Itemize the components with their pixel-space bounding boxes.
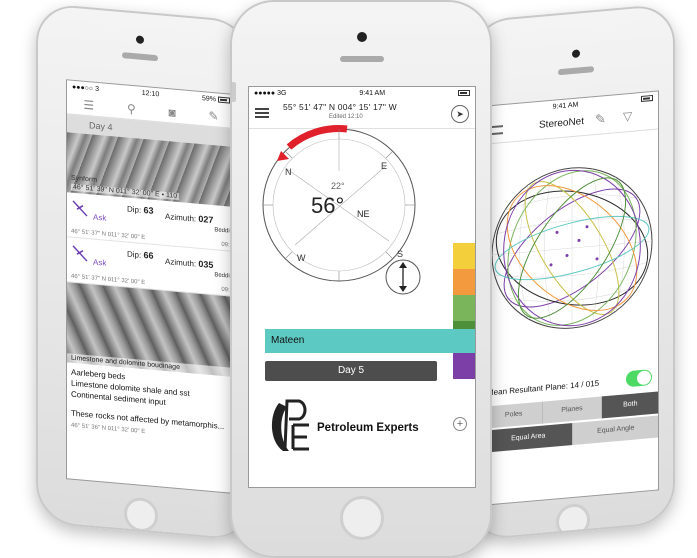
dip-readout: Dip: 63 xyxy=(127,204,154,216)
planes-segment[interactable]: Planes xyxy=(543,396,602,424)
stereonet-plot[interactable] xyxy=(487,126,657,379)
menu-icon[interactable]: ☰ xyxy=(83,97,94,112)
cardinal-n: N xyxy=(285,167,292,177)
mean-resultant-value: 14 / 015 xyxy=(570,378,600,391)
ask-link[interactable]: Ask xyxy=(93,213,106,223)
poles-segment[interactable]: Poles xyxy=(485,401,544,429)
front-camera xyxy=(572,49,580,59)
status-bar: ●●●●● 3G 9:41 AM xyxy=(249,87,475,99)
volume-button xyxy=(232,82,236,102)
phone-center: ●●●●● 3G 9:41 AM 55° 51' 47" N 004° 15' … xyxy=(230,0,492,558)
edited-time: Edited 12:10 xyxy=(329,114,363,120)
edit-icon[interactable]: ✎ xyxy=(209,108,219,123)
map-pin-icon[interactable]: ⚲ xyxy=(127,101,136,116)
day-button[interactable]: Day 5 xyxy=(265,361,437,381)
menu-icon[interactable] xyxy=(491,125,503,136)
color-legend xyxy=(453,243,475,379)
compass-dial[interactable]: N E S W 22° 56° NE xyxy=(259,125,439,305)
battery-label: 59% xyxy=(202,95,230,104)
home-button[interactable] xyxy=(556,502,590,540)
carrier-label: ●●●○○ 3 xyxy=(72,83,99,93)
strike-dip-symbol-icon xyxy=(72,200,88,217)
status-time: 12:10 xyxy=(141,89,160,98)
mean-resultant-label: Mean Resultant Plane: 14 / 015 xyxy=(487,378,600,398)
dip-readout: Dip: 66 xyxy=(127,249,154,261)
color-swatch[interactable] xyxy=(453,269,475,295)
locate-icon[interactable]: ➤ xyxy=(451,105,469,123)
earpiece-speaker xyxy=(340,56,384,62)
strike-direction: NE xyxy=(357,209,370,219)
cardinal-w: W xyxy=(297,253,306,263)
color-swatch[interactable] xyxy=(453,243,475,269)
battery-icon xyxy=(641,94,653,103)
earpiece-speaker xyxy=(122,52,158,62)
battery-icon xyxy=(458,90,470,96)
mean-plane-toggle[interactable] xyxy=(626,369,652,388)
home-button[interactable] xyxy=(340,496,384,540)
gps-coordinates: 55° 51' 47" N 004° 15' 17" W xyxy=(283,102,397,112)
photo-title: Synform xyxy=(71,174,98,184)
edit-icon[interactable]: ✎ xyxy=(595,111,606,128)
center-screen: ●●●●● 3G 9:41 AM 55° 51' 47" N 004° 15' … xyxy=(248,86,476,488)
right-screen: 9:41 AM StereoNet ✎ ▽ Mean Resultant Pla… xyxy=(484,90,659,506)
menu-icon[interactable] xyxy=(255,108,269,118)
azimuth-readout: Azimuth: 027 xyxy=(165,211,214,226)
ask-link[interactable]: Ask xyxy=(93,258,106,268)
carrier-label: ●●●●● 3G xyxy=(254,89,287,97)
phone-left: ●●●○○ 3 12:10 59% ☰ ⚲ ◙ ✎ Day 4 Synform … xyxy=(36,2,251,542)
earpiece-speaker xyxy=(558,66,594,76)
brand-name: Petroleum Experts xyxy=(317,422,419,434)
boudinage-photo[interactable]: Limestone and dolomite boudinage xyxy=(67,282,235,378)
both-segment[interactable]: Both xyxy=(601,391,659,419)
dip-angle: 22° xyxy=(331,181,345,191)
cardinal-e: E xyxy=(381,161,387,171)
battery-icon xyxy=(217,96,230,104)
status-time: 9:41 AM xyxy=(552,100,579,111)
add-icon[interactable]: + xyxy=(453,417,467,431)
strike-dip-symbol-icon xyxy=(72,245,88,262)
strike-value: 56° xyxy=(311,193,344,218)
phone-right: 9:41 AM StereoNet ✎ ▽ Mean Resultant Pla… xyxy=(470,3,675,541)
front-camera xyxy=(136,35,144,45)
left-screen: ●●●○○ 3 12:10 59% ☰ ⚲ ◙ ✎ Day 4 Synform … xyxy=(66,79,236,495)
home-button[interactable] xyxy=(124,496,158,534)
color-swatch[interactable] xyxy=(453,295,475,321)
front-camera xyxy=(357,32,367,42)
project-name-bar[interactable]: Mateen xyxy=(265,329,475,353)
filter-icon[interactable]: ▽ xyxy=(623,109,632,124)
cardinal-s: S xyxy=(397,249,403,259)
azimuth-readout: Azimuth: 035 xyxy=(165,256,214,271)
camera-icon[interactable]: ◙ xyxy=(169,105,176,120)
page-title: StereoNet xyxy=(539,115,585,131)
status-time: 9:41 AM xyxy=(359,89,386,97)
